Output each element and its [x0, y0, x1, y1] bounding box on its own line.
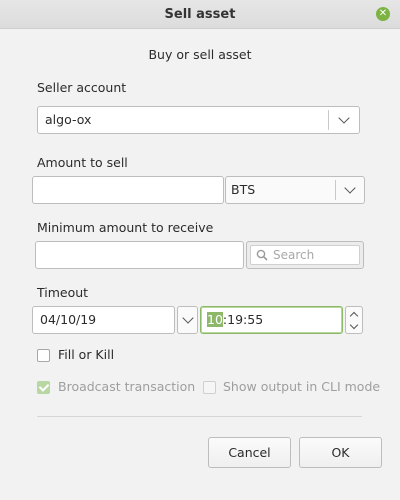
timeout-time-input[interactable]: 10:19:55	[200, 306, 343, 334]
chevron-down-icon	[344, 182, 356, 194]
seller-account-label: Seller account	[37, 80, 127, 95]
divider	[37, 416, 362, 417]
combo-separator	[335, 180, 336, 200]
search-placeholder: Search	[273, 248, 315, 262]
spin-up-icon[interactable]	[349, 311, 359, 321]
dialog-subtitle: Buy or sell asset	[148, 47, 252, 62]
broadcast-checkbox[interactable]	[37, 381, 50, 394]
chevron-down-icon	[338, 112, 350, 124]
time-hour-selection: 10	[207, 312, 223, 327]
broadcast-label: Broadcast transaction	[58, 379, 196, 394]
title-bar: Sell asset ✕	[0, 0, 400, 29]
asset-value: BTS	[231, 182, 256, 197]
ok-button[interactable]: OK	[299, 437, 382, 468]
amount-to-sell-input[interactable]	[32, 176, 224, 204]
fill-or-kill-label: Fill or Kill	[58, 347, 115, 362]
amount-to-sell-label: Amount to sell	[37, 155, 128, 170]
time-rest: :19:55	[222, 312, 264, 327]
cli-mode-label: Show output in CLI mode	[223, 379, 381, 394]
spin-down-icon[interactable]	[349, 320, 359, 330]
combo-separator	[328, 110, 329, 130]
timeout-time-value: 10:19:55	[207, 307, 263, 333]
cancel-button[interactable]: Cancel	[208, 437, 291, 468]
asset-combobox[interactable]: BTS	[225, 176, 365, 204]
timeout-date-input[interactable]: 04/10/19	[32, 306, 175, 334]
seller-account-combobox[interactable]: algo-ox	[37, 106, 360, 134]
search-input[interactable]: Search	[250, 245, 360, 265]
window-title: Sell asset	[164, 7, 236, 22]
minimum-amount-input[interactable]	[35, 241, 244, 269]
check-icon	[38, 381, 50, 392]
timeout-date-value: 04/10/19	[40, 312, 97, 327]
time-spinner[interactable]	[345, 306, 363, 334]
search-icon	[256, 249, 268, 261]
date-picker-button[interactable]	[177, 306, 198, 334]
fill-or-kill-checkbox[interactable]	[37, 349, 50, 362]
seller-account-value: algo-ox	[45, 112, 92, 127]
close-icon[interactable]: ✕	[376, 7, 390, 21]
minimum-amount-label: Minimum amount to receive	[37, 220, 214, 235]
timeout-label: Timeout	[37, 285, 89, 300]
chevron-down-icon	[182, 312, 194, 324]
receive-asset-search[interactable]: Search	[246, 241, 364, 269]
cli-mode-checkbox[interactable]	[203, 381, 216, 394]
